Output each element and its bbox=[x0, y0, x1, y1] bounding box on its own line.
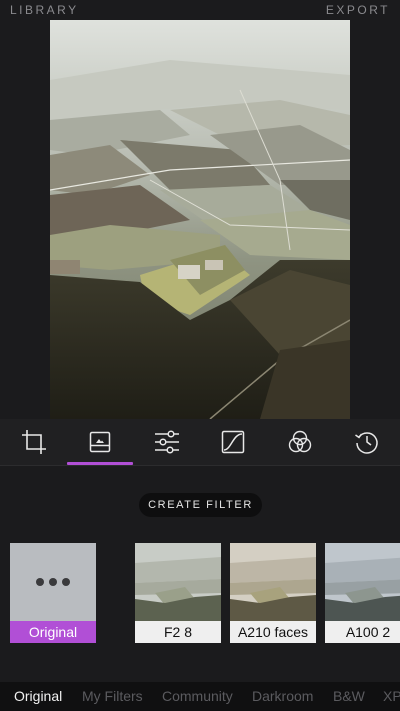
filter-label: A100 2 bbox=[325, 621, 400, 643]
tab-original[interactable]: Original bbox=[14, 688, 62, 704]
filter-label: A210 faces bbox=[230, 621, 316, 643]
history-icon bbox=[355, 432, 378, 454]
create-filter-button[interactable]: CREATE FILTER bbox=[139, 493, 262, 517]
editor-screen: LIBRARY EXPORT CREATE FILTER Original F2… bbox=[0, 0, 400, 711]
filter-a210-faces[interactable]: A210 faces bbox=[230, 543, 316, 643]
filter-label: F2 8 bbox=[135, 621, 221, 643]
filter-thumbnail bbox=[230, 543, 316, 621]
adjust-tool-button[interactable] bbox=[152, 427, 182, 457]
filter-a100-2[interactable]: A100 2 bbox=[325, 543, 400, 643]
filter-label: Original bbox=[10, 621, 96, 643]
filter-thumbnail bbox=[10, 543, 96, 621]
filter-f2-8[interactable]: F2 8 bbox=[135, 543, 221, 643]
library-button[interactable]: LIBRARY bbox=[10, 3, 79, 17]
edit-toolbar bbox=[0, 419, 400, 466]
tone-curve-icon bbox=[221, 430, 245, 454]
history-tool-button[interactable] bbox=[352, 427, 382, 457]
tab-darkroom[interactable]: Darkroom bbox=[252, 688, 313, 704]
filter-thumbnail bbox=[135, 543, 221, 621]
active-tool-indicator bbox=[67, 462, 133, 465]
tab-bw[interactable]: B&W bbox=[333, 688, 365, 704]
filter-category-tabs: Original My Filters Community Darkroom B… bbox=[0, 682, 400, 711]
export-button[interactable]: EXPORT bbox=[326, 3, 390, 17]
crop-tool-button[interactable] bbox=[19, 427, 49, 457]
photo-preview[interactable] bbox=[50, 20, 350, 419]
filter-image-icon bbox=[89, 431, 111, 453]
color-circles-icon bbox=[288, 430, 312, 453]
filter-tool-button[interactable] bbox=[85, 427, 115, 457]
adjust-sliders-icon bbox=[155, 430, 179, 454]
color-tool-button[interactable] bbox=[285, 427, 315, 457]
aerial-landscape-image bbox=[50, 20, 350, 419]
top-bar: LIBRARY EXPORT bbox=[0, 0, 400, 20]
tab-xp[interactable]: XP bbox=[383, 688, 400, 704]
tab-my-filters[interactable]: My Filters bbox=[82, 688, 143, 704]
filter-original[interactable]: Original bbox=[10, 543, 96, 643]
curves-tool-button[interactable] bbox=[218, 427, 248, 457]
more-dots-icon bbox=[10, 543, 96, 621]
filter-thumbnail bbox=[325, 543, 400, 621]
tab-community[interactable]: Community bbox=[162, 688, 233, 704]
crop-icon bbox=[22, 430, 46, 454]
